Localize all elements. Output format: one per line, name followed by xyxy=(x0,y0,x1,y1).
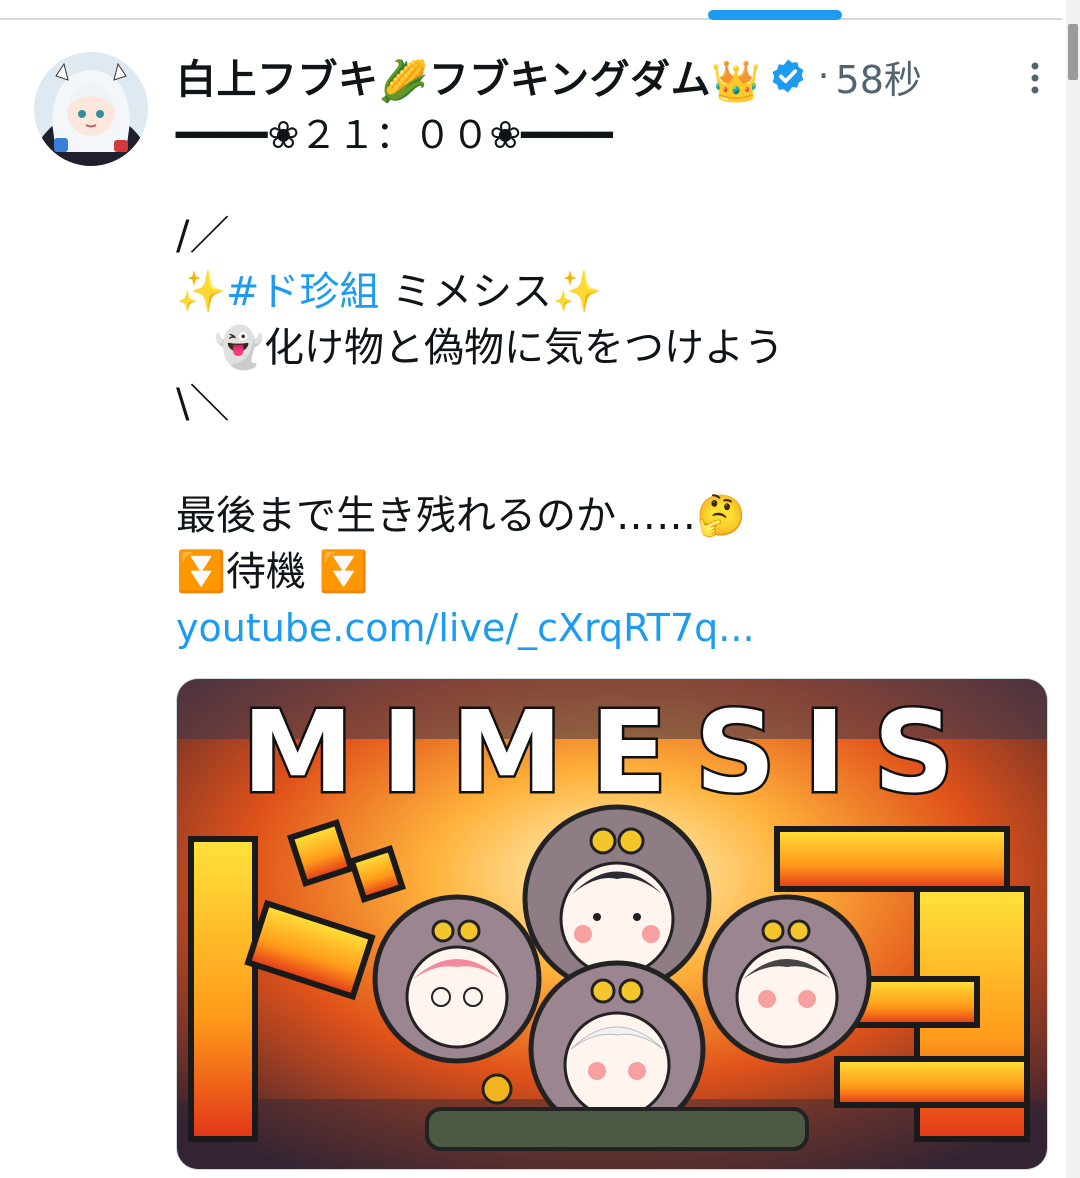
text-line-6: ⏬待機 ⏬ xyxy=(176,544,1036,600)
double-down-arrow-icon: ⏬ xyxy=(176,549,226,595)
media-card[interactable]: MIMESIS xyxy=(176,678,1048,1170)
display-name-part-2: フブキングダム xyxy=(428,56,712,103)
active-tab-indicator xyxy=(708,10,842,20)
text-line-3-text: 化け物と偽物に気をつけよう xyxy=(263,325,784,371)
text-line-6-text: 待機 xyxy=(225,549,306,595)
text-line-2: ✨#ド珍組 ミメシス✨ xyxy=(176,264,1036,320)
scrollbar-thumb[interactable] xyxy=(1068,24,1078,80)
avatar-image xyxy=(34,52,148,166)
scrollbar-track[interactable] xyxy=(1066,0,1080,1178)
text-line-7: youtube.com/live/_cXrqRT7q... xyxy=(176,600,1036,656)
text-line-5-text: 最後まで生き残れるのか…… xyxy=(176,493,696,539)
tweet-text: /／ ✨#ド珍組 ミメシス✨ 👻化け物と偽物に気をつけよう \＼ 最後まで生き残… xyxy=(176,208,1036,656)
header-dot-separator: · xyxy=(817,54,830,98)
text-line-1: /／ xyxy=(176,213,230,259)
media-title-text: MIMESIS xyxy=(242,688,982,818)
corn-emoji-icon: 🌽 xyxy=(378,59,429,106)
youtube-link[interactable]: youtube.com/live/_cXrqRT7q... xyxy=(176,606,755,650)
text-line-2-rest: ミメシス xyxy=(379,269,553,315)
avatar[interactable] xyxy=(34,52,148,166)
crown-emoji-icon: 👑 xyxy=(711,59,762,106)
hashtag-link[interactable]: #ド珍組 xyxy=(226,269,380,315)
thinking-emoji-icon: 🤔 xyxy=(696,493,746,539)
timestamp[interactable]: 58秒 xyxy=(836,49,922,104)
media-thumbnail: MIMESIS xyxy=(177,679,1047,1169)
display-name[interactable]: 白上フブキ🌽フブキングダム👑 xyxy=(176,47,761,106)
text-line-3: 👻化け物と偽物に気をつけよう xyxy=(176,320,1036,376)
text-line-5: 最後まで生き残れるのか……🤔 xyxy=(176,488,1036,544)
name-row: 白上フブキ🌽フブキングダム👑 · 58秒 xyxy=(176,47,1050,106)
sparkle-emoji-icon: ✨ xyxy=(552,269,602,315)
top-divider xyxy=(0,18,1062,20)
schedule-line: ━━━━❀２１：００❀━━━━ xyxy=(176,113,613,157)
double-down-arrow-icon: ⏬ xyxy=(318,549,369,595)
ghost-emoji-icon: 👻 xyxy=(214,325,264,371)
tweet-header: 白上フブキ🌽フブキングダム👑 · 58秒 ━━━━❀２１：００❀━━━━ xyxy=(176,48,1050,158)
text-line-4: \＼ xyxy=(176,381,230,427)
more-vertical-icon[interactable] xyxy=(1020,58,1050,98)
display-name-part-1: 白上フブキ xyxy=(176,56,379,103)
sparkle-emoji-icon: ✨ xyxy=(176,269,226,315)
verified-badge-icon[interactable] xyxy=(769,57,807,95)
